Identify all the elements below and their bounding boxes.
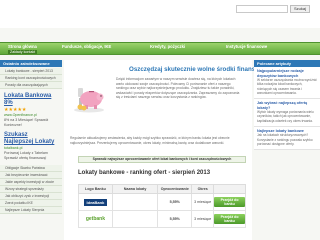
ranking-table: Logo Banku Nazwa lokaty Oprocentowanie O… xyxy=(78,184,246,228)
deposit-name-cell xyxy=(111,210,159,228)
sidebar: Ostatnio zaindeksowane Lokaty bankowe - … xyxy=(0,60,62,240)
right-heading: Polecane artykuły xyxy=(254,60,320,67)
header: Szukaj xyxy=(0,0,320,28)
sidebar-links-2: Obligacje Skarbu Państwa Jak bezpiecznie… xyxy=(0,165,62,214)
article-box[interactable]: Najlepsze lokaty bankowe Jak na lokatach… xyxy=(254,126,320,150)
rate-cell: 5,55% xyxy=(157,193,193,211)
table-header-cell: Oprocentowanie xyxy=(157,184,193,194)
main-nav: Strona główna Fundusze, obligacje, IKE K… xyxy=(0,42,320,55)
bank-logo-cell[interactable]: getbank xyxy=(78,210,113,228)
rate-cell: 5,55% xyxy=(157,210,193,228)
table-header-cell: Logo Banku xyxy=(78,184,113,194)
bank-logo[interactable]: IdeaBank xyxy=(83,198,108,206)
search-input[interactable] xyxy=(236,5,288,13)
table-header-cell xyxy=(213,184,246,194)
nav-item-home[interactable]: Strona główna xyxy=(8,44,37,49)
promo-banner[interactable]: Sprawdź najwyższe oprocentowanie ofert l… xyxy=(78,156,246,163)
body-text: Regularnie aktualizujemy zestawienia, ab… xyxy=(70,136,230,145)
sidebar-link[interactable]: Zwrot podatku IKE xyxy=(0,200,62,207)
go-to-bank-button[interactable]: Przejdź do banku xyxy=(214,214,245,224)
ad-title[interactable]: Lokata Bankowa 8% xyxy=(4,93,58,107)
piggy-bank-icon xyxy=(74,88,104,113)
article-box[interactable]: Jak wybrać najlepszą ofertę lokaty? Wybó… xyxy=(254,99,320,127)
article-title[interactable]: Jak wybrać najlepszą ofertę lokaty? xyxy=(257,101,317,110)
period-cell: 3 miesiące xyxy=(191,193,215,211)
sidebar-link[interactable]: Ranking kont oszczędnościowych xyxy=(0,75,62,82)
hero-text: Dzięki informacjom zawartym w naszym ser… xyxy=(116,77,240,100)
sidebar-link[interactable]: Porady dla oszczędzających xyxy=(0,82,62,89)
nav-item-loans[interactable]: Kredyty, pożyczki xyxy=(150,44,185,49)
sidebar-link[interactable]: Jakie aspekty inwestycji w złocie xyxy=(0,179,62,186)
nav-item-institutions[interactable]: Instytucje finansowe xyxy=(226,44,267,49)
sidebar-link[interactable]: Jak obliczyć zysk z inwestycji xyxy=(0,193,62,200)
hero-title: Oszczędzaj skutecznie wolne środki finan… xyxy=(129,66,270,73)
article-text: Wybór lokaty wymaga porównania wielu czy… xyxy=(257,110,314,123)
search-button[interactable]: Szukaj xyxy=(290,5,310,13)
action-cell: Przejdź do banku xyxy=(213,210,246,228)
table-row: IdeaBank 5,55% 3 miesiące Przejdź do ban… xyxy=(78,193,246,211)
go-to-bank-button[interactable]: Przejdź do banku xyxy=(214,197,245,207)
bank-logo-cell[interactable]: IdeaBank xyxy=(78,193,113,211)
ranking-title: Lokaty bankowe - ranking ofert - sierpie… xyxy=(78,170,211,176)
sidebar-link[interactable]: Obligacje Skarbu Państwa xyxy=(0,165,62,172)
deposit-name-cell xyxy=(111,193,159,211)
sidebar-link[interactable]: Najlepsze Lokaty Sierpnia xyxy=(0,207,62,214)
right-column: Polecane artykuły Najpopularniejsze rodz… xyxy=(254,60,320,240)
table-header-cell: Nazwa lokaty xyxy=(111,184,159,194)
ad-text: Porównaj Lokaty z Tabelam Sprawdź ofertę… xyxy=(4,151,48,160)
bank-logo[interactable]: getbank xyxy=(86,216,105,222)
article-text: Jak na lokatach strukturyzowanych? Korzy… xyxy=(257,133,313,146)
article-box[interactable]: Najpopularniejsze rodzaje depozytów bank… xyxy=(254,67,320,99)
ad-lokata[interactable]: Lokata Bankowa 8% ★★★★★ www.Openfinance.… xyxy=(0,92,62,128)
main-content: Oszczędzaj skutecznie wolne środki finan… xyxy=(64,60,269,240)
table-row: getbank 5,55% 3 miesiące Przejdź do bank… xyxy=(78,210,246,228)
sidebar-link[interactable]: Wzory strategii sprzedaży xyxy=(0,186,62,193)
sidebar-link[interactable]: Lokaty bankowe - sierpień 2013 xyxy=(0,68,62,75)
ad-text: 8% na 3 Miesiące! Sprawdź Konieczne! xyxy=(4,118,49,127)
table-header-cell: Okres xyxy=(191,184,215,194)
ad-szukasz[interactable]: Szukasz Najlepszej Lokaty totalbank.pl P… xyxy=(0,131,62,161)
table-header-row: Logo Banku Nazwa lokaty Oprocentowanie O… xyxy=(78,184,246,194)
nav-item-funds[interactable]: Fundusze, obligacje, IKE xyxy=(62,44,111,49)
sidebar-link[interactable]: Jak bezpiecznie inwestować xyxy=(0,172,62,179)
period-cell: 3 miesiące xyxy=(191,210,215,228)
article-title[interactable]: Najpopularniejsze rodzaje depozytów bank… xyxy=(257,69,317,78)
action-cell: Przejdź do banku xyxy=(213,193,246,211)
ad-title[interactable]: Szukasz Najlepszej Lokaty xyxy=(4,132,58,146)
nav-sub-item[interactable]: Zakłady kontakt xyxy=(8,50,38,54)
sidebar-heading: Ostatnio zaindeksowane xyxy=(0,60,62,67)
article-text: W sektorze oszczędzania można wyróżnić k… xyxy=(257,78,317,95)
